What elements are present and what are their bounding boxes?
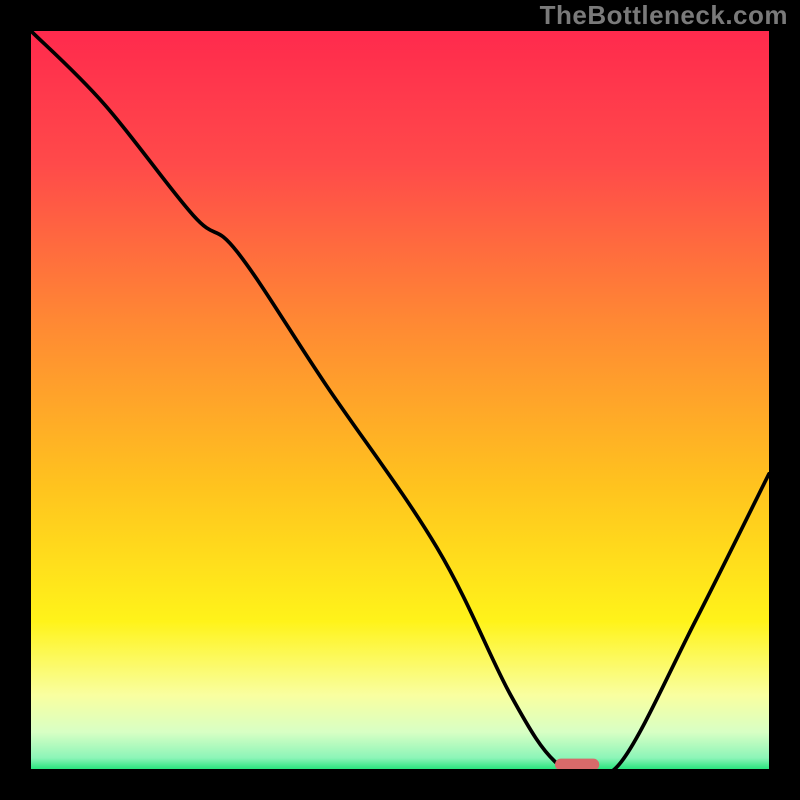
watermark-text: TheBottleneck.com (540, 0, 788, 31)
match-marker (555, 759, 599, 769)
plot-area (31, 31, 769, 769)
plot-background (31, 31, 769, 769)
chart-frame: TheBottleneck.com (0, 0, 800, 800)
